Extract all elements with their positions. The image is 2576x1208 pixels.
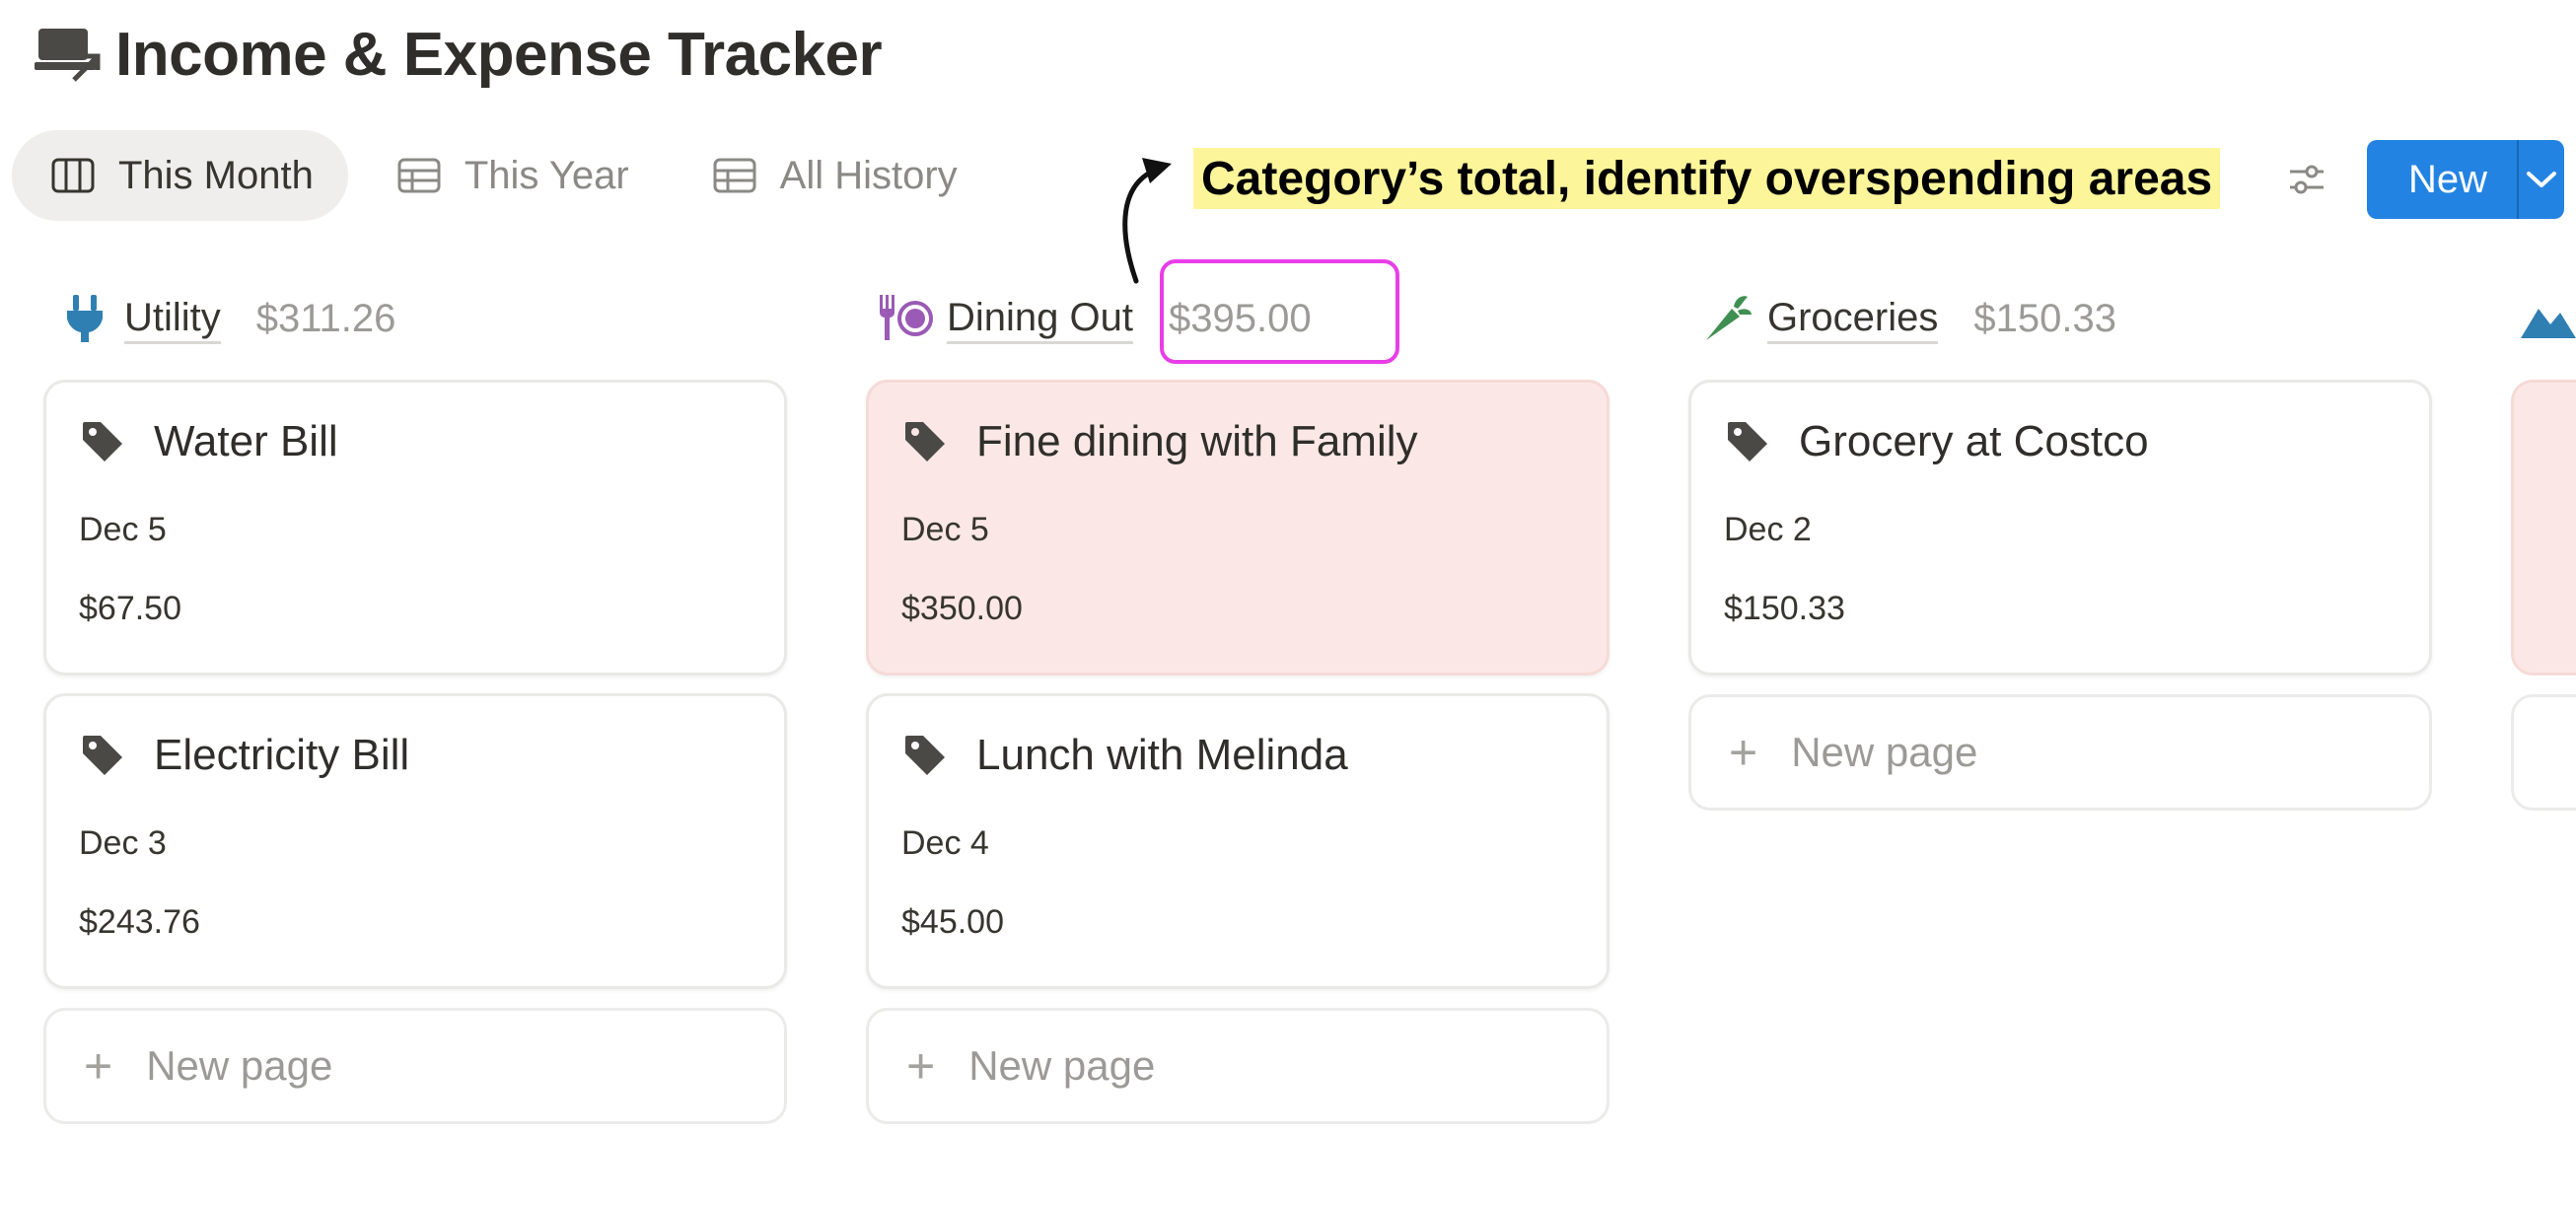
card-title-text: Water Bill [154,417,338,465]
expense-card[interactable]: Grocery at Costco Dec 2 $150.33 [1688,380,2432,675]
tab-label: This Year [464,153,629,197]
card-title: Lunch with Melinda [903,731,1348,780]
view-tabs: This Month This Year All History [12,130,1002,221]
plus-icon: + [906,1038,936,1094]
new-dropdown-button[interactable] [2519,169,2564,190]
new-button[interactable]: New [2367,140,2564,219]
card-title-text: Fine dining with Family [976,417,1418,465]
dining-icon [880,295,933,340]
card-amount: $243.76 [79,903,200,941]
card-amount: $67.50 [79,590,181,627]
new-page-button[interactable]: + New page [1688,694,2432,811]
plus-icon: + [84,1038,113,1094]
annotation-highlight-box [1160,259,1399,364]
column-total: $150.33 [1973,296,2116,340]
table-icon [397,158,441,193]
filter-settings-icon[interactable] [2286,160,2327,199]
tag-icon [83,422,122,462]
card-amount: $45.00 [901,903,1004,941]
tab-this-year[interactable]: This Year [358,130,664,221]
partial-column-cards [2511,380,2576,675]
new-page-label: New page [968,1042,1156,1089]
tab-label: All History [779,153,958,197]
plus-icon: + [1729,725,1758,780]
page-title: Income & Expense Tracker [115,20,883,89]
column-name: Groceries [1767,294,1939,344]
card-title: Grocery at Costco [1726,417,2149,466]
expense-card[interactable]: Lunch with Melinda Dec 4 $45.00 [866,693,1610,989]
card-title-text: Lunch with Melinda [976,731,1348,779]
card-date: Dec 2 [1724,511,1812,548]
plug-icon [67,295,103,342]
card-date: Dec 4 [901,824,989,862]
new-page-button[interactable]: + New page [43,1008,787,1124]
board-icon [51,158,95,193]
card-title: Electricity Bill [81,731,409,780]
annotation-callout: Category’s total, identify overspending … [1193,148,2221,209]
expense-card[interactable]: Water Bill Dec 5 $67.50 [43,380,787,675]
column-total: $311.26 [255,296,396,340]
tab-label: This Month [118,153,314,197]
card-amount: $350.00 [901,590,1023,627]
card-amount: $150.33 [1724,590,1845,627]
card-title-text: Grocery at Costco [1799,417,2149,465]
tab-all-history[interactable]: All History [674,130,992,221]
new-page-button[interactable] [2511,694,2576,811]
card-title: Water Bill [81,417,338,466]
card-title-text: Electricity Bill [154,731,410,779]
new-page-label: New page [146,1042,333,1089]
expense-card[interactable]: Fine dining with Family Dec 5 $350.00 [866,380,1610,675]
tag-icon [83,736,122,775]
column-name: Dining Out [947,294,1133,344]
table-icon [713,158,756,193]
column-name: Utility [124,294,221,344]
mountain-icon [2521,309,2576,338]
column-header-utility[interactable]: Utility $311.26 [61,284,395,353]
expense-card[interactable] [2511,380,2576,675]
tag-icon [905,422,945,462]
tag-icon [1728,422,1767,462]
carrot-icon [1706,296,1752,340]
partial-new-page [2511,694,2576,811]
tag-icon [905,736,945,775]
tab-this-month[interactable]: This Month [12,130,348,221]
laptop-arrow-icon [35,29,101,82]
new-page-label: New page [1791,729,1978,775]
page-header: Income & Expense Tracker [35,10,883,99]
new-button-label: New [2408,157,2488,201]
new-page-button[interactable]: + New page [866,1008,1610,1124]
card-date: Dec 5 [79,511,167,548]
chevron-down-icon [2527,172,2556,187]
expense-card[interactable]: Electricity Bill Dec 3 $243.76 [43,693,787,989]
card-date: Dec 5 [901,511,989,548]
card-title: Fine dining with Family [903,417,1418,466]
card-date: Dec 3 [79,824,167,862]
column-header-groceries[interactable]: Groceries $150.33 [1704,284,2116,353]
